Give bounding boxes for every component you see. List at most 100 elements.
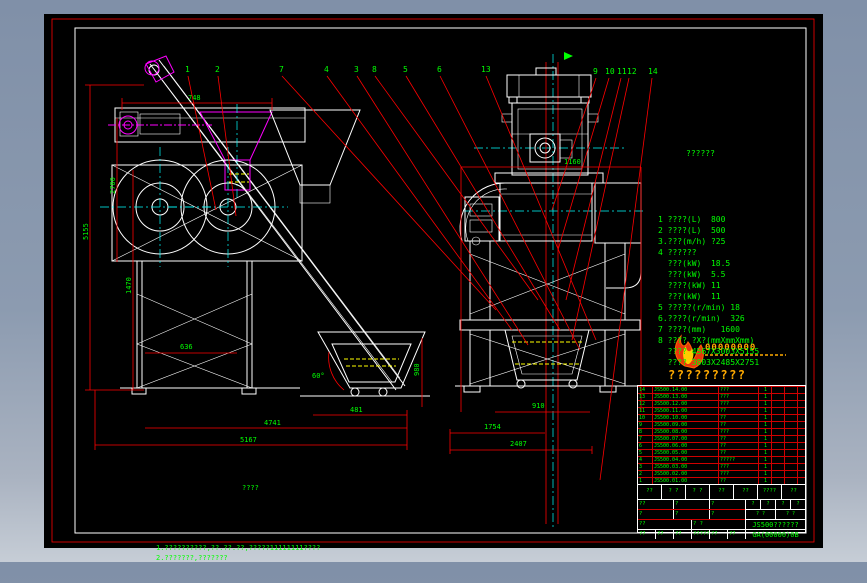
sig-cell: ? ? bbox=[693, 521, 703, 527]
scale-cell: ? ? bbox=[785, 511, 796, 517]
sig-row: ??? ? bbox=[638, 520, 745, 530]
dim-text: 910 bbox=[532, 402, 545, 410]
sig-row: ???? bbox=[638, 500, 745, 510]
balloon-number: 8 bbox=[372, 65, 377, 74]
spec-line: 7 ????(mm) 1600 bbox=[658, 325, 740, 334]
revision-cell: ?? bbox=[656, 530, 674, 539]
sig-cell: ?? bbox=[638, 520, 692, 529]
spec-line: 5 ?????(r/min) 18 bbox=[658, 303, 740, 312]
sig-cell: ? bbox=[711, 511, 715, 517]
spec-line: ???(kW) 5.5 bbox=[658, 270, 726, 279]
dim-text: 4741 bbox=[264, 419, 281, 427]
dim-text: 636 bbox=[180, 343, 193, 351]
dim-text: 1160 bbox=[564, 158, 581, 166]
revision-cell: ?? bbox=[674, 530, 692, 539]
dim-text: 60° bbox=[312, 372, 325, 380]
sig-row: ??? bbox=[638, 510, 745, 520]
parts-row: 6 JS500.06.00 ?? 1 bbox=[638, 442, 805, 449]
title-block-signatures: ???? ??? ??? ? ??????????????? bbox=[638, 500, 746, 539]
revision-cell: ????? bbox=[693, 530, 710, 539]
sig-cell: ? bbox=[674, 510, 710, 519]
bom-header-cell: ???? bbox=[758, 485, 782, 499]
parts-row: 9 JS500.09.00 ?? 1 bbox=[638, 421, 805, 428]
parts-row: 12 JS500.12.00 ??? 1 bbox=[638, 400, 805, 407]
dim-text: 481 bbox=[350, 406, 363, 414]
parts-row: 3 JS500.03.00 ??? 1 bbox=[638, 463, 805, 470]
parts-row: 5 JS500.05.00 ?? 1 bbox=[638, 449, 805, 456]
desktop-background: { "colors":{"canvas":"#000000","frame_re… bbox=[0, 0, 867, 562]
parts-row: 2 JS500.02.00 ??? 1 bbox=[638, 470, 805, 477]
bom-header-cell: ?? bbox=[710, 485, 734, 499]
sig-cell: ? bbox=[638, 510, 674, 519]
dim-text: 748 bbox=[188, 94, 201, 102]
bom-header-cell: ?? bbox=[734, 485, 758, 499]
technical-notes: ???? 1.??????????,??.??.??,?????11111111… bbox=[156, 463, 396, 583]
balloon-number: 3 bbox=[354, 65, 359, 74]
sig-cell: ? bbox=[674, 500, 710, 509]
bom-header: ??? ?? ??????????? bbox=[638, 484, 805, 499]
balloon-number: 14 bbox=[648, 67, 658, 76]
balloon-number: 10 bbox=[605, 67, 615, 76]
spec-line: ????(kW) 11 bbox=[658, 281, 721, 290]
notes-title: ???? bbox=[242, 484, 259, 492]
dim-text: 2407 bbox=[510, 440, 527, 448]
parts-row: 1 JS500.01.00 ?? 1 bbox=[638, 477, 805, 484]
scale-row: ? ? ? ? bbox=[746, 510, 805, 520]
balloon-number: 12 bbox=[627, 67, 637, 76]
revision-cell: ?? bbox=[638, 530, 656, 539]
dim-text: 1754 bbox=[484, 423, 501, 431]
title-block-drawing-info: ???? ? ?? ? JS500?????? GA(00000)0B bbox=[746, 500, 805, 539]
note-line: 1.??????????,??.??.??,?????11111111???? bbox=[156, 544, 321, 552]
spec-line: ???? 4567X3003X5155 bbox=[658, 347, 760, 356]
spec-line: 2 ????(L) 500 bbox=[658, 226, 726, 235]
notes-lines: 1.??????????,??.??.??,?????11111111???? 2… bbox=[156, 513, 396, 563]
spec-line: ???(kW) 18.5 bbox=[658, 259, 731, 268]
dim-text: 980 bbox=[413, 363, 421, 376]
balloon-number: 7 bbox=[279, 65, 284, 74]
dim-text: 2700 bbox=[109, 177, 117, 194]
left-view bbox=[100, 55, 430, 397]
drawing-number: GA(00000)0B bbox=[752, 530, 799, 539]
parts-row: 10 JS500.10.00 ?? 1 bbox=[638, 414, 805, 421]
parts-row: 7 JS500.07.00 ?? 1 bbox=[638, 435, 805, 442]
spec-title: ?????? bbox=[686, 149, 715, 158]
spec-table: ?????? 1 ????(L) 800 2 ????(L) 500 3.???(m… bbox=[658, 126, 808, 390]
spec-line: ???? 3803X2485X2751 bbox=[658, 358, 760, 367]
balloon-number: 9 bbox=[593, 67, 598, 76]
revision-cell: ?? bbox=[710, 530, 728, 539]
section-mark-icon bbox=[564, 52, 573, 60]
stage-cell: ? bbox=[796, 501, 800, 507]
dim-text: 1470 bbox=[125, 277, 133, 294]
spec-line: 4 ?????? bbox=[658, 248, 697, 257]
drawing-name: JS500?????? bbox=[746, 520, 805, 530]
balloon-number: 2 bbox=[215, 65, 220, 74]
spec-line: 1 ????(L) 800 bbox=[658, 215, 726, 224]
spec-line: 8 ???? ?X?(mmXmmXmm) bbox=[658, 336, 755, 345]
balloon-number: 1 bbox=[185, 65, 190, 74]
stage-cell: ? bbox=[746, 500, 761, 509]
dim-text: 5167 bbox=[240, 436, 257, 444]
parts-row: 4 JS500.04.00 ????? 1 bbox=[638, 456, 805, 463]
parts-row: 14 JS500.14.00 ??? 1 bbox=[638, 386, 805, 393]
spec-line: 3.???(m/h) ?25 bbox=[658, 237, 726, 246]
stage-row: ???? bbox=[746, 500, 805, 510]
parts-row: 8 JS500.08.00 ??? 1 bbox=[638, 428, 805, 435]
bom-header-cell: ? ? bbox=[686, 485, 710, 499]
title-block: ???? ??? ??? ? ??????????????? ???? ? ??… bbox=[638, 499, 805, 539]
sig-cell: ?? bbox=[638, 500, 674, 509]
balloon-number: 4 bbox=[324, 65, 329, 74]
revision-cell: ?? bbox=[729, 531, 736, 537]
bom-header-cell: ?? bbox=[790, 488, 797, 494]
balloon-number: 13 bbox=[481, 65, 491, 74]
leader-layer: 1 2 7 4 3 8 5 6 13 9 10 11 12 14 bbox=[185, 65, 658, 481]
stage-cell: ? bbox=[776, 500, 791, 509]
balloon-number: 5 bbox=[403, 65, 408, 74]
dim-text: 5155 bbox=[82, 223, 90, 240]
parts-row: 11 JS500.11.00 ?? 1 bbox=[638, 407, 805, 414]
parts-list: 14 JS500.14.00 ??? 1 13 JS500.13.00 ??? … bbox=[638, 386, 805, 484]
bom-header-cell: ?? bbox=[638, 485, 662, 499]
parts-list-and-title-block: 14 JS500.14.00 ??? 1 13 JS500.13.00 ??? … bbox=[637, 385, 806, 539]
dimension-layer: 748 5155 2700 1470 636 60° 481 4741 5167 bbox=[82, 84, 642, 454]
stage-cell: ? bbox=[761, 500, 776, 509]
sig-cell: ? bbox=[711, 501, 715, 507]
